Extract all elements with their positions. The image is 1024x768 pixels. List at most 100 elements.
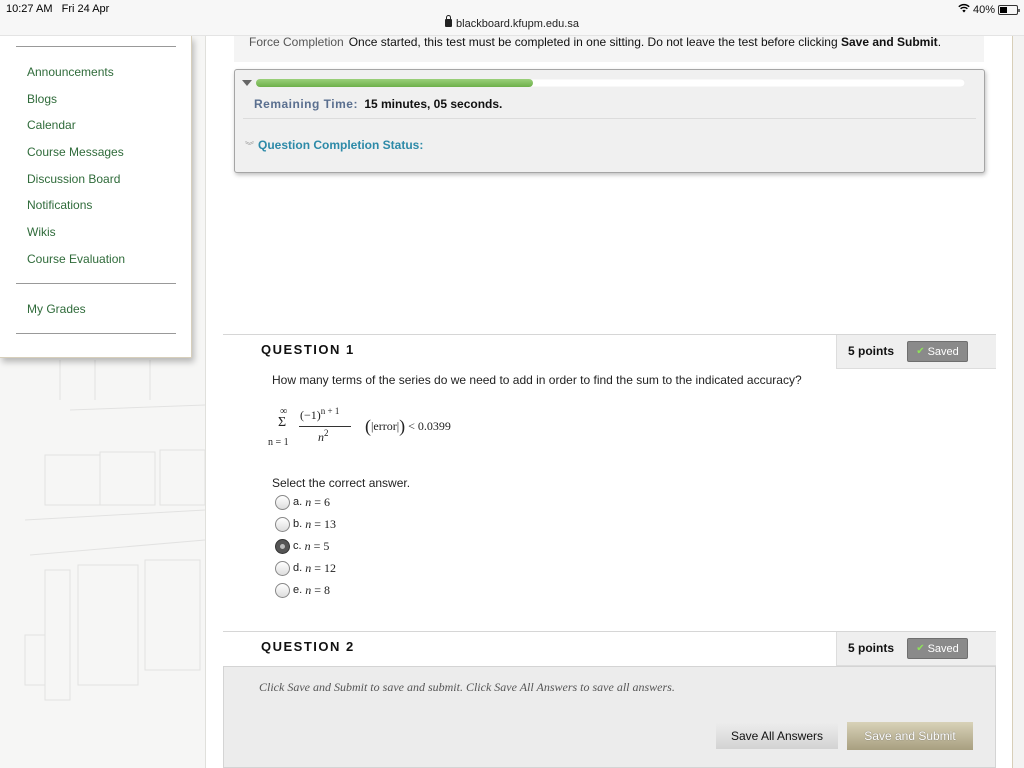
fraction-numerator: (−1)n + 1: [300, 406, 339, 423]
double-chevron-down-icon: ︾: [245, 140, 255, 151]
sidebar-item-course-evaluation[interactable]: Course Evaluation: [27, 252, 125, 266]
force-completion-end: .: [937, 35, 942, 49]
sum-symbol: Σ: [278, 415, 287, 430]
series-formula: ∞ Σ n = 1 (−1)n + 1 n2 (|error|) < 0.039…: [268, 406, 528, 456]
sidebar-divider: [16, 283, 176, 284]
save-and-submit-button[interactable]: Save and Submit: [847, 722, 973, 750]
force-completion-text: Once started, this test must be complete…: [349, 35, 941, 49]
saved-label: Saved: [927, 642, 959, 655]
numerator-base: (−1): [300, 408, 321, 422]
question-1-points: 5 points: [848, 344, 895, 358]
sidebar-divider: [16, 333, 176, 334]
option-value: n = 8: [305, 583, 330, 598]
remaining-time-label: Remaining Time:: [254, 97, 358, 111]
remaining-time-value: 15 minutes, 05 seconds.: [364, 97, 503, 111]
status-time-value: 10:27 AM: [6, 3, 53, 15]
option-letter: d.: [293, 562, 303, 574]
question-2-header: QUESTION 2 5 points ✔ Saved: [223, 631, 996, 666]
battery-icon: [998, 4, 1020, 15]
denominator-exponent: 2: [324, 428, 329, 438]
submit-panel: Click Save and Submit to save and submit…: [223, 666, 996, 768]
sidebar-item-calendar[interactable]: Calendar: [27, 118, 76, 132]
timer-divider: [243, 118, 976, 119]
sidebar-item-wikis[interactable]: Wikis: [27, 225, 56, 239]
status-date: Fri 24 Apr: [61, 3, 110, 15]
radio-e[interactable]: [275, 582, 290, 598]
error-bound: < 0.0399: [405, 419, 451, 433]
question-1-title: QUESTION 1: [261, 342, 355, 357]
saved-label: Saved: [927, 345, 959, 358]
error-text: |error|: [371, 419, 400, 433]
numerator-exponent: n + 1: [320, 406, 340, 416]
question-1-saved-badge: ✔ Saved: [907, 341, 968, 362]
question-completion-status-toggle[interactable]: ︾ Question Completion Status:: [245, 138, 423, 152]
option-value: n = 6: [305, 495, 330, 510]
force-completion-label: Force Completion: [249, 35, 344, 49]
option-value: n = 12: [305, 561, 336, 576]
answer-option-d[interactable]: d. n = 12: [275, 557, 336, 579]
answer-option-b[interactable]: b. n = 13: [275, 513, 336, 535]
sum-lower-limit: n = 1: [268, 437, 289, 448]
option-letter: a.: [293, 496, 303, 508]
address-bar[interactable]: blackboard.kfupm.edu.sa: [0, 15, 1024, 30]
sidebar-item-discussion-board[interactable]: Discussion Board: [27, 172, 120, 186]
option-letter: e.: [293, 584, 303, 596]
submit-hint: Click Save and Submit to save and submit…: [259, 680, 675, 694]
question-1-prompt: How many terms of the series do we need …: [272, 373, 802, 387]
option-number: = 8: [311, 582, 330, 597]
sidebar-item-blogs[interactable]: Blogs: [27, 92, 57, 106]
answer-option-a[interactable]: a. n = 6: [275, 491, 336, 513]
answer-option-c[interactable]: c. n = 5: [275, 535, 336, 557]
url-text: blackboard.kfupm.edu.sa: [456, 18, 579, 30]
fraction-denominator: n2: [318, 428, 329, 445]
option-number: = 12: [311, 560, 336, 575]
option-letter: b.: [293, 518, 303, 530]
checkmark-icon: ✔: [916, 643, 925, 654]
building-sketch-background: [24, 360, 205, 701]
radio-a[interactable]: [275, 494, 290, 510]
option-letter: c.: [293, 540, 302, 552]
timer-panel: Remaining Time: 15 minutes, 05 seconds. …: [234, 69, 985, 173]
answer-option-e[interactable]: e. n = 8: [275, 579, 336, 601]
option-value: n = 5: [305, 539, 330, 554]
battery-percent: 40%: [972, 3, 995, 16]
radio-d[interactable]: [275, 560, 290, 576]
fraction-bar: [299, 426, 351, 427]
radio-c[interactable]: [275, 538, 290, 554]
sidebar-item-course-messages[interactable]: Course Messages: [27, 145, 124, 159]
sidebar-item-notifications[interactable]: Notifications: [27, 198, 92, 212]
question-completion-status-label: Question Completion Status:: [258, 138, 424, 152]
option-value: n = 13: [305, 517, 336, 532]
sidebar-divider: [16, 46, 176, 47]
wifi-icon: [958, 3, 970, 16]
answer-options: a. n = 6 b. n = 13 c. n = 5 d. n = 12 e. n = …: [275, 491, 336, 601]
checkmark-icon: ✔: [916, 346, 925, 357]
ios-status-bar: 10:27 AM Fri 24 Apr blackboard.kfupm.edu…: [0, 0, 1024, 36]
sidebar-item-announcements[interactable]: Announcements: [27, 65, 114, 79]
paren-open: (: [365, 416, 371, 436]
test-content: Force Completion Once started, this test …: [205, 36, 1013, 768]
time-progress-bar: [256, 79, 965, 87]
collapse-timer-toggle-icon[interactable]: [242, 80, 252, 86]
remaining-time: Remaining Time: 15 minutes, 05 seconds.: [254, 97, 502, 111]
time-progress-fill: [256, 79, 533, 87]
question-2-points: 5 points: [848, 641, 895, 655]
force-completion-emphasis: Save and Submit: [840, 35, 938, 49]
force-completion-info: Force Completion Once started, this test …: [234, 36, 984, 62]
accuracy-condition: (|error|) < 0.0399: [365, 414, 451, 436]
right-page-edge: [1013, 36, 1024, 768]
option-number: = 5: [310, 538, 330, 553]
question-2-points-box: 5 points ✔ Saved: [836, 632, 996, 666]
question-2-title: QUESTION 2: [261, 639, 355, 654]
question-2-saved-badge: ✔ Saved: [907, 638, 968, 659]
save-all-answers-button[interactable]: Save All Answers: [716, 723, 838, 749]
course-menu-sidebar: Announcements Blogs Calendar Course Mess…: [0, 36, 192, 358]
lock-icon: [445, 15, 453, 27]
sidebar-item-my-grades[interactable]: My Grades: [27, 302, 86, 316]
status-right: 40%: [958, 3, 1020, 16]
question-1-points-box: 5 points ✔ Saved: [836, 335, 996, 369]
question-1-header: QUESTION 1 5 points ✔ Saved: [223, 334, 996, 369]
paren-close: ): [399, 416, 406, 436]
radio-b[interactable]: [275, 516, 290, 532]
option-number: = 6: [311, 494, 330, 509]
